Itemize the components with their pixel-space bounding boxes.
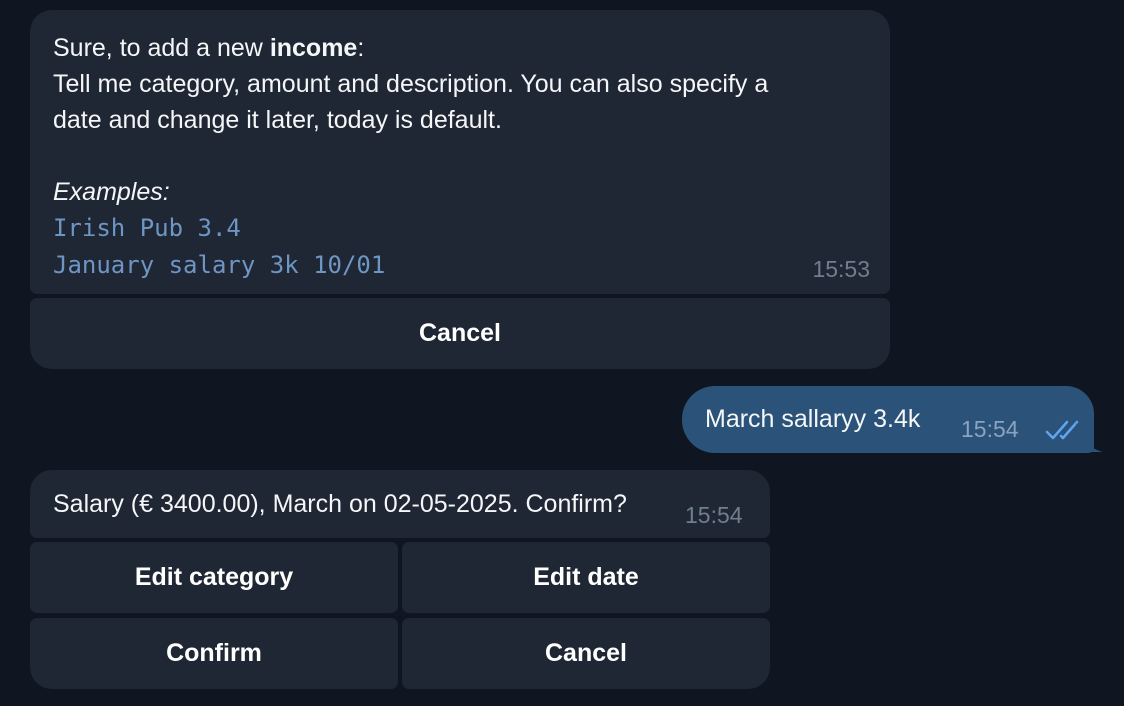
user-message-bubble: March sallaryy 3.4k 15:54: [682, 386, 1094, 453]
instruction-line-2: date and change it later, today is defau…: [53, 106, 502, 134]
edit-category-button[interactable]: Edit category: [30, 542, 398, 613]
bubble-tail: [1076, 422, 1103, 452]
cancel-button[interactable]: Cancel: [30, 298, 890, 369]
message-time: 15:54: [685, 502, 743, 528]
message-time: 15:53: [812, 256, 870, 282]
income-prompt-bubble: Sure, to add a new income: Tell me categ…: [30, 10, 890, 294]
confirm-button[interactable]: Confirm: [30, 618, 398, 689]
intro-suffix: :: [357, 34, 365, 62]
intro-line: Sure, to add a new income:: [53, 30, 873, 66]
instruction-line-1: Tell me category, amount and description…: [53, 70, 769, 98]
example-2: January salary 3k 10/01: [53, 251, 386, 279]
user-message-text: March sallaryy 3.4k: [705, 405, 921, 433]
message-time: 15:54: [961, 416, 1019, 442]
confirm-prompt-bubble: Salary (€ 3400.00), March on 02-05-2025.…: [30, 470, 770, 538]
edit-date-button[interactable]: Edit date: [402, 542, 770, 613]
cancel-button[interactable]: Cancel: [402, 618, 770, 689]
intro-prefix: Sure, to add a new: [53, 34, 270, 62]
examples-label: Examples:: [53, 178, 170, 206]
intro-bold: income: [269, 34, 358, 62]
confirm-prompt-text: Salary (€ 3400.00), March on 02-05-2025.…: [53, 490, 627, 518]
income-prompt-body: Sure, to add a new income: Tell me categ…: [53, 30, 873, 284]
example-1: Irish Pub 3.4: [53, 214, 241, 242]
